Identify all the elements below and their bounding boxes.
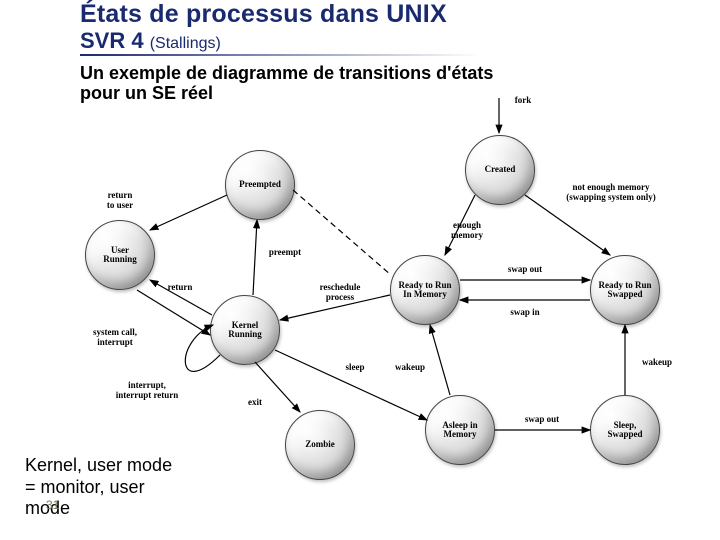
title-underline xyxy=(80,54,480,56)
edge-preempt: preempt xyxy=(269,247,301,257)
edge-fork: fork xyxy=(515,95,532,105)
edge-wakeup1: wakeup xyxy=(395,362,425,372)
edge-swap-out1: swap out xyxy=(508,264,542,274)
title-credit: (Stallings) xyxy=(150,35,221,52)
diagram-edges: fork enoughmemory not enough memory(swap… xyxy=(55,100,695,480)
edge-return: return xyxy=(168,282,193,292)
slide-description: Un exemple de diagramme de transitions d… xyxy=(80,64,493,104)
desc-line1: Un exemple de diagramme de transitions d… xyxy=(80,63,493,83)
edge-exit: exit xyxy=(248,397,262,407)
page-number: 31 xyxy=(46,498,59,512)
page-subtitle: SVR 4 (Stallings) xyxy=(80,28,221,54)
edge-int-ret: interrupt,interrupt return xyxy=(116,380,179,400)
edge-swap-out2: swap out xyxy=(525,414,559,424)
edge-reschedule: rescheduleprocess xyxy=(320,282,361,302)
edge-sleep: sleep xyxy=(346,362,365,372)
page-title: États de processus dans UNIX xyxy=(80,0,447,29)
edge-return-to-user: returnto user xyxy=(107,190,133,210)
edge-wakeup2: wakeup xyxy=(642,357,672,367)
edge-enough-memory: enoughmemory xyxy=(451,220,483,240)
edge-not-enough-memory: not enough memory(swapping system only) xyxy=(566,182,656,202)
state-diagram: UserRunning KernelRunning Preempted Zomb… xyxy=(55,100,695,480)
slide: États de processus dans UNIX SVR 4 (Stal… xyxy=(0,0,720,540)
title-svr4: SVR 4 xyxy=(80,28,150,53)
edge-syscall: system call,interrupt xyxy=(93,327,137,347)
edge-swap-in: swap in xyxy=(510,307,539,317)
